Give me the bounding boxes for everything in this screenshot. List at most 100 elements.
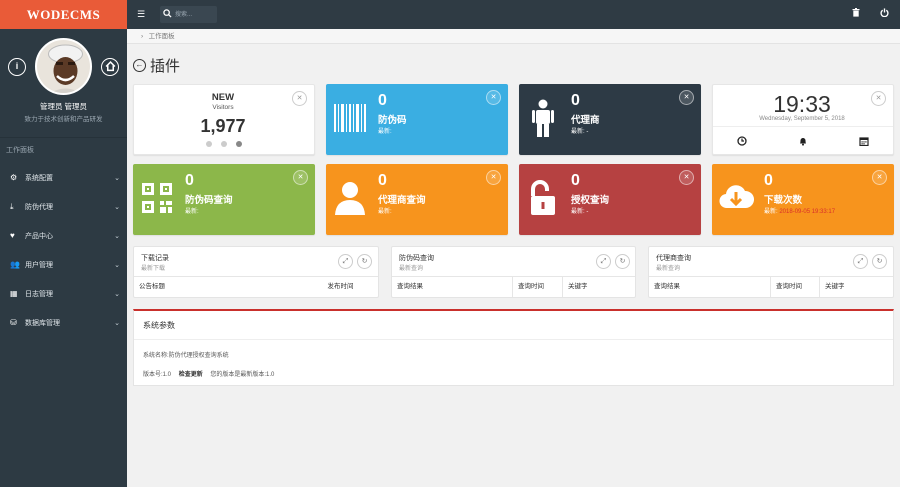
chevron-down-icon: ⌄ xyxy=(114,232,120,240)
clock-card: 19:33 Wednesday, September 5, 2018 ✕ xyxy=(712,84,894,155)
close-icon[interactable]: ✕ xyxy=(871,91,886,106)
anticounterfeit-label: 防伪码 xyxy=(378,115,407,126)
sidebar-item-database-management[interactable]: ⛁ 数据库管理 ⌄ xyxy=(0,308,127,337)
chevron-down-icon: ⌄ xyxy=(114,203,120,211)
sidebar-item-label: 日志管理 xyxy=(25,290,53,298)
sidebar-item-log-management[interactable]: ▦ 日志管理 ⌄ xyxy=(0,279,127,308)
page-title: ← 插件 xyxy=(133,55,180,76)
close-icon[interactable]: ✕ xyxy=(293,170,308,185)
column-header[interactable]: 查询结果 xyxy=(649,277,771,297)
auth-query-card[interactable]: 0 授权查询 最新: - ✕ xyxy=(519,164,701,235)
bell-icon[interactable] xyxy=(798,136,808,148)
panel-subtitle: 最新查询 xyxy=(399,266,424,272)
chevron-down-icon: ⌄ xyxy=(114,319,120,327)
refresh-icon[interactable]: ↻ xyxy=(615,254,630,269)
agents-count: 0 xyxy=(571,92,580,109)
anticounterfeit-card[interactable]: 0 防伪码 最新: ✕ xyxy=(326,84,508,155)
brand-logo[interactable]: WODECMS xyxy=(0,0,127,29)
expand-icon[interactable]: ⤢ xyxy=(596,254,611,269)
user-subtitle: 致力于技术创新和产品研发 xyxy=(24,116,103,123)
clock-time: 19:33 xyxy=(773,91,831,117)
refresh-icon[interactable]: ↻ xyxy=(872,254,887,269)
anticounterfeit-query-label: 防伪码查询 xyxy=(185,195,233,206)
column-header[interactable]: 查询结果 xyxy=(392,277,513,297)
home-icon[interactable] xyxy=(101,58,119,76)
person-icon xyxy=(532,99,554,137)
search-icon xyxy=(163,9,172,20)
database-icon: ⛁ xyxy=(10,318,17,327)
panel-title: 防伪码查询 xyxy=(399,255,434,262)
panel-header: 代理商查询 最新查询 ⤢ ↻ xyxy=(649,247,893,277)
sidebar-item-label: 产品中心 xyxy=(25,232,53,240)
auth-query-label: 授权查询 xyxy=(571,195,610,206)
expand-icon[interactable]: ⤢ xyxy=(853,254,868,269)
downloads-latest-prefix: 最新: xyxy=(764,209,778,215)
column-header[interactable]: 查询时间 xyxy=(513,277,563,297)
sidebar-item-user-management[interactable]: 👥 用户管理 ⌄ xyxy=(0,250,127,279)
trash-icon[interactable] xyxy=(852,8,860,19)
gears-icon: ⚙ xyxy=(10,173,18,182)
close-icon[interactable]: ✕ xyxy=(292,91,307,106)
panel-title: 下载记录 xyxy=(141,255,169,262)
chevron-down-icon: ⌄ xyxy=(114,290,120,298)
carousel-dots xyxy=(206,141,242,147)
info-icon[interactable]: i xyxy=(8,58,26,76)
sidebar-item-product-center[interactable]: ♥ 产品中心 ⌄ xyxy=(0,221,127,250)
clock-icon[interactable] xyxy=(737,136,747,148)
latest-version-text: 您的版本是最新版本:1.0 xyxy=(210,372,275,378)
downloads-card[interactable]: 0 下载次数 最新: 2018-09-05 19:33:17 ✕ xyxy=(712,164,894,235)
close-icon[interactable]: ✕ xyxy=(872,170,887,185)
table-header: 查询结果 查询时间 关键字 xyxy=(649,277,893,297)
sidebar-item-anticounterfeit-agent[interactable]: ⤓ 防伪代理 ⌄ xyxy=(0,192,127,221)
agents-card[interactable]: 0 代理商 最新: - ✕ xyxy=(519,84,701,155)
breadcrumb-current[interactable]: 工作面板 xyxy=(149,33,175,40)
auth-query-count: 0 xyxy=(571,172,580,189)
search-input[interactable] xyxy=(175,9,215,20)
agent-query-count: 0 xyxy=(378,172,387,189)
refresh-icon[interactable]: ↻ xyxy=(357,254,372,269)
column-header[interactable]: 关键字 xyxy=(563,277,635,297)
agents-latest: 最新: - xyxy=(571,129,589,135)
avatar[interactable] xyxy=(35,38,92,95)
column-header[interactable]: 发布时间 xyxy=(322,277,378,297)
column-header[interactable]: 公告标题 xyxy=(134,277,322,297)
close-icon[interactable]: ✕ xyxy=(486,90,501,105)
agent-query-card[interactable]: 0 代理商查询 最新: ✕ xyxy=(326,164,508,235)
topbar: ☰ xyxy=(127,0,900,29)
visitors-count: 1,977 xyxy=(200,116,246,136)
carousel-dot[interactable] xyxy=(206,141,212,147)
sidebar-item-system-config[interactable]: ⚙ 系统配置 ⌄ xyxy=(0,163,127,192)
power-icon[interactable] xyxy=(880,8,889,19)
close-icon[interactable]: ✕ xyxy=(679,170,694,185)
expand-icon[interactable]: ⤢ xyxy=(338,254,353,269)
calculator-icon: ▦ xyxy=(10,289,18,298)
download-icon: ⤓ xyxy=(10,201,14,211)
search-box[interactable] xyxy=(160,6,217,23)
menu-toggle-icon[interactable]: ☰ xyxy=(137,9,145,20)
system-info-title: 系统参数 xyxy=(134,311,893,340)
carousel-dot[interactable] xyxy=(221,141,227,147)
downloads-count: 0 xyxy=(764,172,773,189)
panel-subtitle: 最新查询 xyxy=(656,266,681,272)
back-arrow-icon[interactable]: ← xyxy=(133,59,146,72)
agent-query-latest: 最新: xyxy=(378,209,392,215)
anticounterfeit-query-card[interactable]: 0 防伪码查询 最新: ✕ xyxy=(133,164,315,235)
chevron-down-icon: ⌄ xyxy=(114,261,120,269)
calendar-icon[interactable] xyxy=(859,136,869,148)
nav-section-title: 工作面板 xyxy=(0,137,127,163)
column-header[interactable]: 关键字 xyxy=(820,277,893,297)
version-number: 版本号:1.0 xyxy=(143,372,172,378)
agents-label: 代理商 xyxy=(571,115,600,126)
check-update-link[interactable]: 检查更新 xyxy=(179,372,203,378)
carousel-dot-active[interactable] xyxy=(236,141,242,147)
anticounterfeit-latest: 最新: xyxy=(378,129,392,135)
close-icon[interactable]: ✕ xyxy=(679,90,694,105)
user-name: 管理员 管理员 xyxy=(39,102,88,111)
system-info-panel: 系统参数 系统名称:防伪代理授权查询系统 版本号:1.0 检查更新 您的版本是最… xyxy=(133,309,894,386)
table-header: 查询结果 查询时间 关键字 xyxy=(392,277,635,297)
close-icon[interactable]: ✕ xyxy=(486,170,501,185)
column-header[interactable]: 查询时间 xyxy=(771,277,820,297)
version-line: 版本号:1.0 检查更新 您的版本是最新版本:1.0 xyxy=(143,369,280,378)
sidebar-item-label: 系统配置 xyxy=(25,174,53,182)
downloads-latest-time: 2018-09-05 19:33:17 xyxy=(779,209,836,215)
